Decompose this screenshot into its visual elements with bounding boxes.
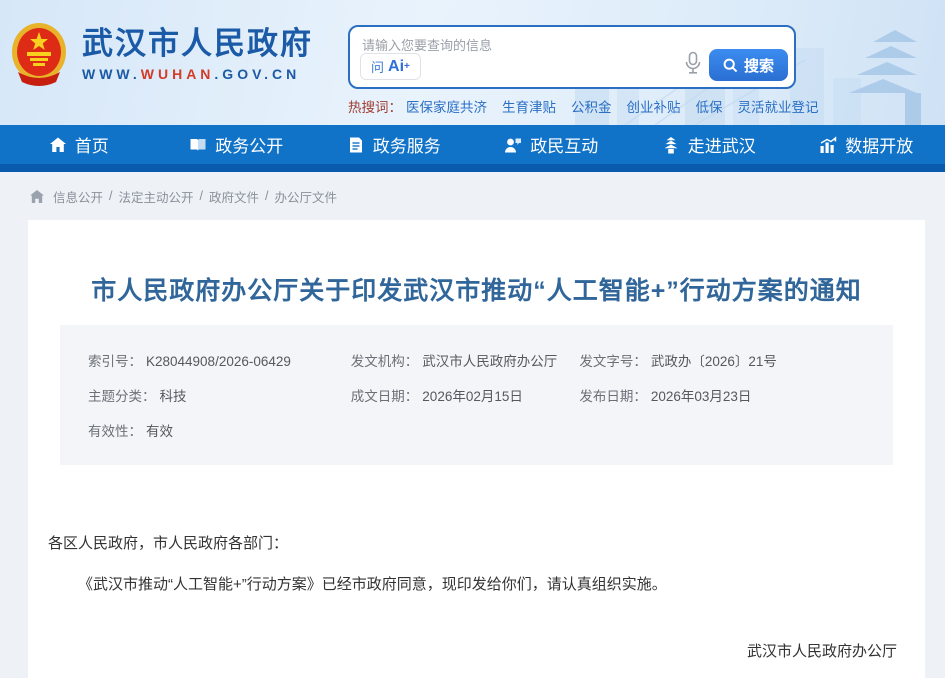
national-emblem-icon [10,22,68,86]
document-title: 市人民政府办公厅关于印发武汉市推动“人工智能+”行动方案的通知 [87,270,867,313]
meta-value: 有效 [146,424,173,439]
nav-item-home[interactable]: 首页 [0,125,158,164]
breadcrumb-separator: / [200,189,203,203]
meta-value: 武政办〔2026〕21号 [651,354,777,369]
meta-label: 有效性： [88,424,142,439]
ask-ai-label: Ai [388,58,404,76]
nav-item-interaction[interactable]: 政民互动 [473,125,631,164]
breadcrumb: 信息公开 / 法定主动公开 / 政府文件 / 办公厅文件 [0,172,945,220]
meta-validity: 有效性： 有效 [88,420,351,440]
meta-publish-date: 发布日期： 2026年03月23日 [579,385,865,405]
meta-index-number: 索引号： K28044908/2026-06429 [88,350,351,370]
hot-word-link[interactable]: 生育津贴 [502,100,556,115]
site-url-www: WWW. [82,66,141,82]
meta-label: 发文字号： [579,354,647,369]
home-icon [49,136,67,154]
meta-value: 2026年02月15日 [422,389,523,404]
microphone-icon[interactable] [684,51,702,75]
hot-words-label: 热搜词： [348,100,402,115]
hot-word-link[interactable]: 低保 [696,100,723,115]
nav-item-label: 走进武汉 [688,132,756,157]
document-icon [347,136,365,154]
breadcrumb-link[interactable]: 政府文件 [209,187,259,206]
article-card: 市人民政府办公厅关于印发武汉市推动“人工智能+”行动方案的通知 索引号： K280… [28,220,925,678]
search-icon [723,58,738,73]
nav-item-label: 首页 [75,132,109,157]
pagoda-icon [662,136,680,154]
meta-value: 武汉市人民政府办公厅 [422,354,557,369]
breadcrumb-separator: / [109,189,112,203]
meta-value: K28044908/2026-06429 [146,354,291,369]
nav-item-gov-service[interactable]: 政务服务 [315,125,473,164]
hot-word-link[interactable]: 公积金 [571,100,612,115]
bar-chart-icon [819,136,837,154]
hot-word-link[interactable]: 创业补贴 [627,100,681,115]
nav-item-label: 数据开放 [845,132,913,157]
site-logo[interactable]: 武汉市人民政府 WWW.WUHAN.GOV.CN [10,22,313,86]
body-paragraph: 《武汉市推动“人工智能+”行动方案》已经市政府同意，现印发给你们，请认真组织实施… [48,572,905,598]
nav-item-open-data[interactable]: 数据开放 [788,125,945,164]
meta-written-date: 成文日期：2026年02月15日 [351,385,580,405]
search-button[interactable]: 搜索 [709,49,788,81]
signature-block: 武汉市人民政府办公厅 2026年2月15日 [28,640,925,678]
site-title-group: 武汉市人民政府 WWW.WUHAN.GOV.CN [82,26,313,82]
site-header: 武汉市人民政府 WWW.WUHAN.GOV.CN 问 Ai + [0,0,945,125]
meta-label: 主题分类： [88,389,156,404]
site-url: WWW.WUHAN.GOV.CN [82,66,313,82]
search-button-label: 搜索 [744,55,774,76]
meta-label: 索引号： [88,354,142,369]
main-nav: 首页 政务公开 政务服务 [0,125,945,164]
page: 武汉市人民政府 WWW.WUHAN.GOV.CN 问 Ai + [0,0,945,678]
breadcrumb-link[interactable]: 办公厅文件 [275,187,338,206]
open-book-icon [189,136,207,154]
meta-label: 发布日期： [579,389,647,404]
nav-item-label: 政民互动 [530,132,598,157]
home-icon [30,190,44,203]
document-meta-table: 索引号： K28044908/2026-06429 发文机构：武汉市人民政府办公厅… [60,325,893,465]
hot-word-link[interactable]: 灵活就业登记 [738,100,819,115]
person-chat-icon [504,136,522,154]
nav-item-about-wuhan[interactable]: 走进武汉 [630,125,788,164]
meta-document-number: 发文字号： 武政办〔2026〕21号 [579,350,865,370]
meta-label: 成文日期： [351,389,419,404]
breadcrumb-separator: / [265,189,268,203]
meta-issuing-agency: 发文机构：武汉市人民政府办公厅 [351,350,580,370]
hot-search-words: 热搜词： 医保家庭共济生育津贴公积金创业补贴低保灵活就业登记 [348,96,834,116]
meta-label: 发文机构： [351,354,419,369]
nav-item-label: 政务公开 [215,132,283,157]
site-url-domain: WUHAN [141,66,215,82]
document-body: 各区人民政府，市人民政府各部门： 《武汉市推动“人工智能+”行动方案》已经市政府… [28,531,925,598]
search-box: 问 Ai + 搜索 [348,25,796,89]
meta-value: 2026年03月23日 [651,389,752,404]
ask-ai-sup: + [404,61,410,72]
nav-item-label: 政务服务 [373,132,441,157]
site-name: 武汉市人民政府 [82,26,313,62]
meta-topic-category: 主题分类： 科技 [88,385,351,405]
signature-agency: 武汉市人民政府办公厅 [28,640,925,661]
breadcrumb-link[interactable]: 信息公开 [53,187,103,206]
nav-bottom-stripe [0,164,945,172]
nav-item-gov-disclosure[interactable]: 政务公开 [158,125,316,164]
meta-value: 科技 [160,389,187,404]
site-url-suffix: .GOV.CN [214,66,300,82]
ask-ai-button[interactable]: 问 Ai + [360,53,421,80]
breadcrumb-link[interactable]: 法定主动公开 [119,187,194,206]
ask-ai-prefix: 问 [371,57,384,76]
salutation: 各区人民政府，市人民政府各部门： [48,531,905,557]
hot-word-link[interactable]: 医保家庭共济 [406,100,487,115]
